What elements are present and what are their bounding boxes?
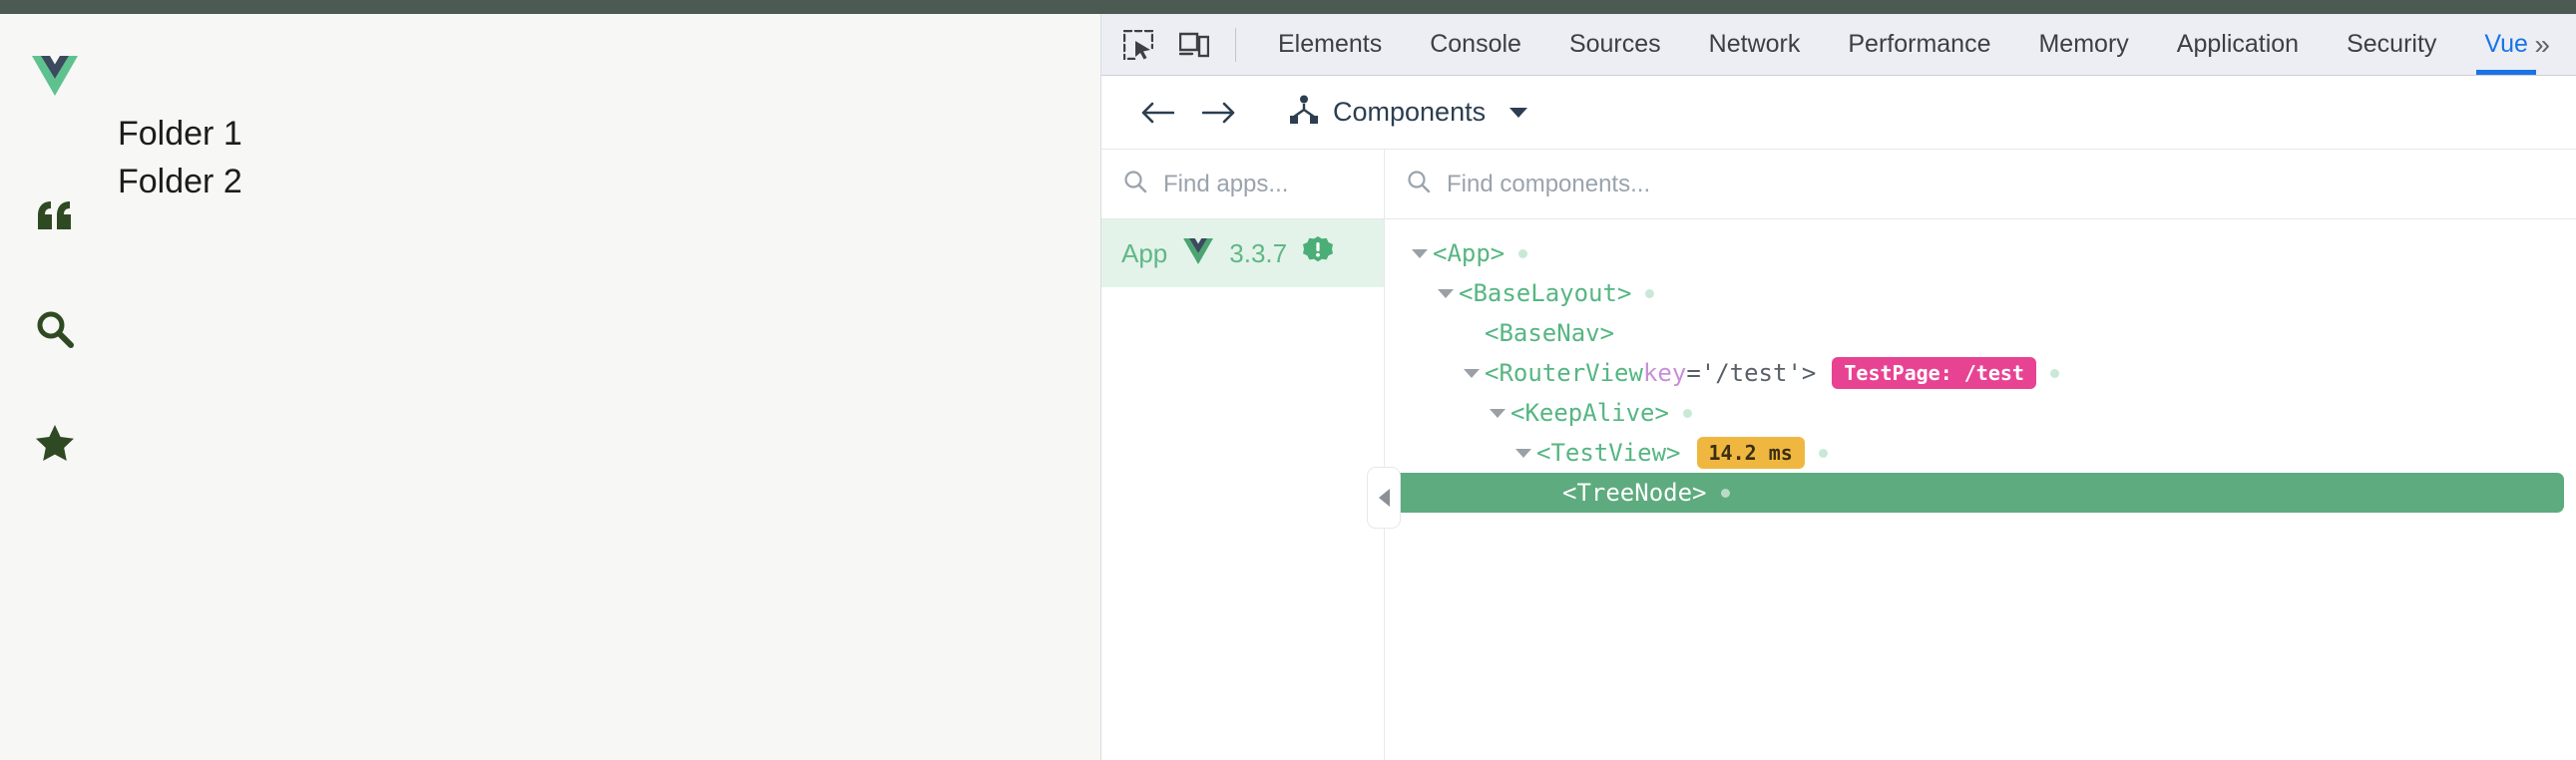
components-tree-pane: Find components... <App> <BaseLayout> <Bas… [1367, 150, 2576, 760]
devtools-panel: Elements Console Sources Network Perform… [1101, 14, 2576, 760]
page-sidebar [0, 14, 110, 760]
tree-row[interactable]: <TestView> 14.2 ms [1385, 433, 2576, 473]
view-title: Components [1333, 97, 1487, 127]
tab-network[interactable]: Network [1685, 14, 1825, 75]
component-tag: <BaseLayout> [1459, 279, 1632, 307]
view-selector[interactable]: Components [1289, 95, 1528, 130]
component-tag: <TreeNode> [1562, 479, 1707, 507]
star-icon[interactable] [32, 420, 78, 466]
expand-arrow-icon[interactable] [1485, 408, 1510, 418]
find-apps-input[interactable]: Find apps... [1101, 150, 1384, 219]
component-attr-value: ='/test'> [1686, 359, 1817, 387]
browser-top-strip [0, 0, 2576, 14]
tree-row[interactable]: <BaseNav> [1385, 313, 2576, 353]
expand-arrow-icon[interactable] [1510, 448, 1536, 458]
back-arrow-icon[interactable] [1129, 85, 1185, 141]
expand-arrow-icon[interactable] [1459, 368, 1485, 378]
vue-devtools-toolbar: Components [1101, 76, 2576, 150]
component-status-dot [1720, 488, 1730, 498]
component-status-dot [1818, 448, 1828, 458]
vue-logo-icon [1183, 237, 1214, 269]
tree-row[interactable]: <RouterView key ='/test'> TestPage: /test [1385, 353, 2576, 393]
expand-arrow-icon[interactable] [1433, 288, 1459, 298]
tree-row[interactable]: <KeepAlive> [1385, 393, 2576, 433]
component-tag: <BaseNav> [1485, 319, 1615, 347]
device-toolbar-icon[interactable] [1171, 22, 1217, 68]
tree-row[interactable]: <TreeNode> [1385, 473, 2564, 513]
vue-panel-body: Find apps... App 3.3.7 Find components..… [1101, 150, 2576, 760]
tab-vue[interactable]: Vue [2460, 14, 2552, 75]
quote-icon[interactable] [32, 192, 78, 238]
component-tag: <RouterView [1485, 359, 1643, 387]
page-content: Folder 1 Folder 2 [110, 14, 1100, 760]
toolbar-separator [1235, 27, 1236, 62]
main-split: Folder 1 Folder 2 Elements Console Sourc… [0, 14, 2576, 760]
app-version: 3.3.7 [1229, 237, 1288, 268]
warning-badge-icon[interactable] [1303, 235, 1334, 271]
tab-console[interactable]: Console [1406, 14, 1545, 75]
components-tree: <App> <BaseLayout> <BaseNav> <RouterView ke… [1385, 219, 2576, 760]
component-status-dot [1682, 408, 1692, 418]
component-attr-name: key [1642, 359, 1687, 387]
search-icon [1123, 170, 1147, 198]
page-under-test: Folder 1 Folder 2 [0, 14, 1101, 760]
devtools-tool-icons [1101, 14, 1254, 75]
component-status-dot [2049, 368, 2059, 378]
app-list-item[interactable]: App 3.3.7 [1101, 219, 1384, 287]
forward-arrow-icon[interactable] [1191, 85, 1247, 141]
app-name: App [1121, 237, 1168, 268]
chevron-down-icon[interactable] [1509, 107, 1528, 118]
component-tag: <App> [1433, 239, 1505, 267]
devtools-tab-list: Elements Console Sources Network Perform… [1254, 14, 2536, 75]
find-components-input[interactable]: Find components... [1385, 150, 2576, 219]
folder-item[interactable]: Folder 2 [110, 158, 1100, 205]
app-root: Folder 1 Folder 2 Elements Console Sourc… [0, 0, 2576, 760]
devtools-tabbar: Elements Console Sources Network Perform… [1101, 14, 2576, 76]
search-icon [1407, 170, 1431, 198]
search-icon[interactable] [32, 306, 78, 352]
component-tag: <KeepAlive> [1510, 399, 1669, 427]
component-status-dot [1518, 248, 1528, 258]
apps-pane: Find apps... App 3.3.7 [1101, 150, 1385, 760]
inspect-element-icon[interactable] [1115, 22, 1161, 68]
collapse-apps-panel-button[interactable] [1367, 467, 1401, 529]
route-badge: TestPage: /test [1832, 357, 2036, 389]
chevron-left-icon [1378, 489, 1390, 507]
tab-performance[interactable]: Performance [1824, 14, 2014, 75]
tab-application[interactable]: Application [2153, 14, 2323, 75]
component-tag: <TestView> [1536, 439, 1681, 467]
tab-sources[interactable]: Sources [1545, 14, 1685, 75]
components-tree-icon [1289, 95, 1319, 130]
tree-row[interactable]: <BaseLayout> [1385, 273, 2576, 313]
tree-row[interactable]: <App> [1385, 233, 2576, 273]
tab-memory[interactable]: Memory [2014, 14, 2152, 75]
vue-logo-icon [32, 56, 78, 101]
expand-arrow-icon[interactable] [1407, 248, 1433, 258]
tab-elements[interactable]: Elements [1254, 14, 1406, 75]
folder-item[interactable]: Folder 1 [110, 110, 1100, 158]
find-apps-placeholder: Find apps... [1163, 170, 1289, 197]
render-time-badge: 14.2 ms [1696, 437, 1805, 469]
component-status-dot [1645, 288, 1655, 298]
tab-security[interactable]: Security [2323, 14, 2460, 75]
find-components-placeholder: Find components... [1447, 170, 1651, 197]
page-sidebar-icons [32, 192, 78, 466]
